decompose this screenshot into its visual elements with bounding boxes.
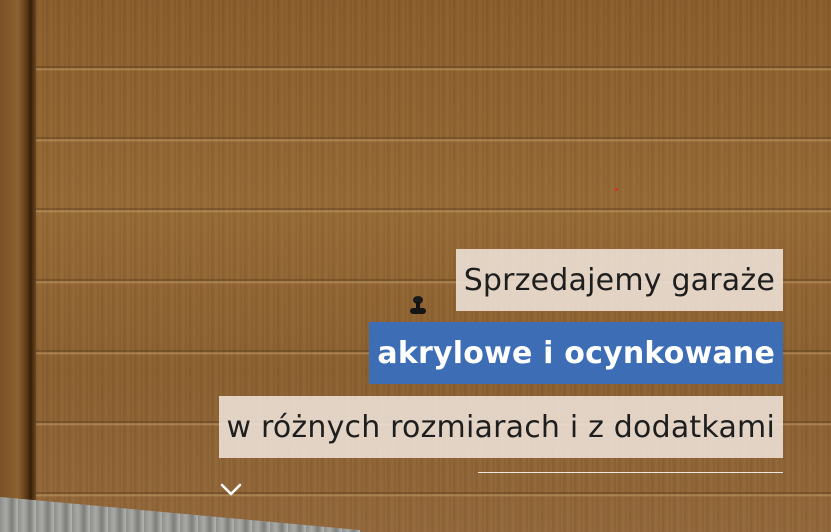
door-handle xyxy=(410,296,426,318)
scroll-down-button[interactable] xyxy=(216,478,246,504)
red-dot xyxy=(615,188,618,191)
divider-line xyxy=(478,472,783,473)
door-frame-edge xyxy=(30,0,36,500)
hero-headline-line-3: w różnych rozmiarach i z dodatkami xyxy=(218,396,783,458)
chevron-down-icon xyxy=(220,482,242,501)
hero-headline-line-1: Sprzedajemy garaże xyxy=(455,249,783,311)
hero-banner: Sprzedajemy garaże akrylowe i ocynkowane… xyxy=(0,0,831,532)
door-frame xyxy=(0,0,30,500)
hero-headline-line-2: akrylowe i ocynkowane xyxy=(369,322,783,384)
